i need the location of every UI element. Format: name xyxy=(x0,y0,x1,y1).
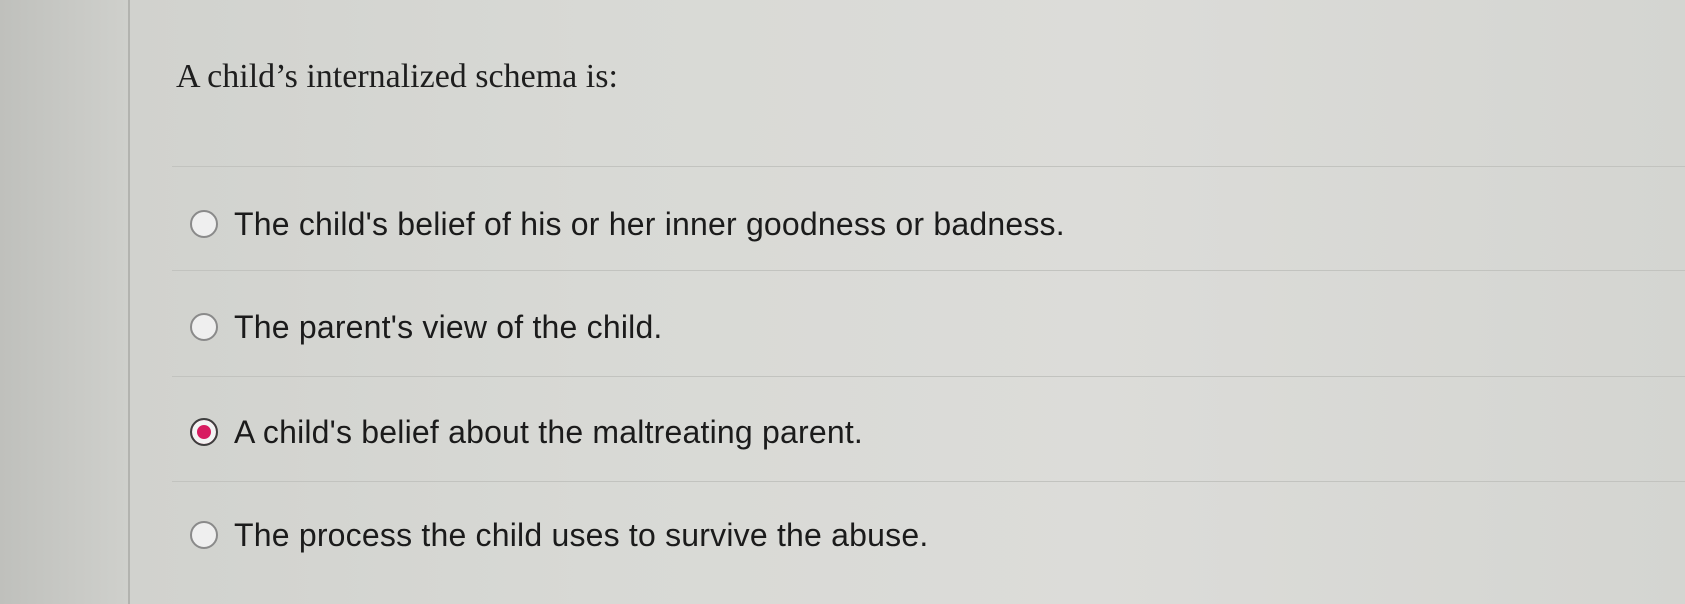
divider xyxy=(172,270,1685,271)
answer-option-label: The parent's view of the child. xyxy=(234,308,663,345)
left-panel-edge xyxy=(0,0,128,604)
answer-option-3[interactable]: A child's belief about the maltreating p… xyxy=(190,412,863,452)
divider xyxy=(172,376,1685,377)
divider xyxy=(172,166,1685,167)
answer-option-label: The child's belief of his or her inner g… xyxy=(234,205,1065,242)
divider xyxy=(172,481,1685,482)
answer-option-label: The process the child uses to survive th… xyxy=(234,516,929,553)
radio-button-unselected[interactable] xyxy=(190,313,218,341)
question-text: A child’s internalized schema is: xyxy=(176,58,618,95)
answer-option-label: A child's belief about the maltreating p… xyxy=(234,413,864,450)
answer-option-1[interactable]: The child's belief of his or her inner g… xyxy=(190,204,1065,244)
radio-button-selected[interactable] xyxy=(190,418,218,446)
answer-option-2[interactable]: The parent's view of the child. xyxy=(190,307,663,347)
radio-button-unselected[interactable] xyxy=(190,210,218,238)
radio-button-unselected[interactable] xyxy=(190,521,218,549)
left-panel-border xyxy=(128,0,130,604)
answer-option-4[interactable]: The process the child uses to survive th… xyxy=(190,515,928,555)
